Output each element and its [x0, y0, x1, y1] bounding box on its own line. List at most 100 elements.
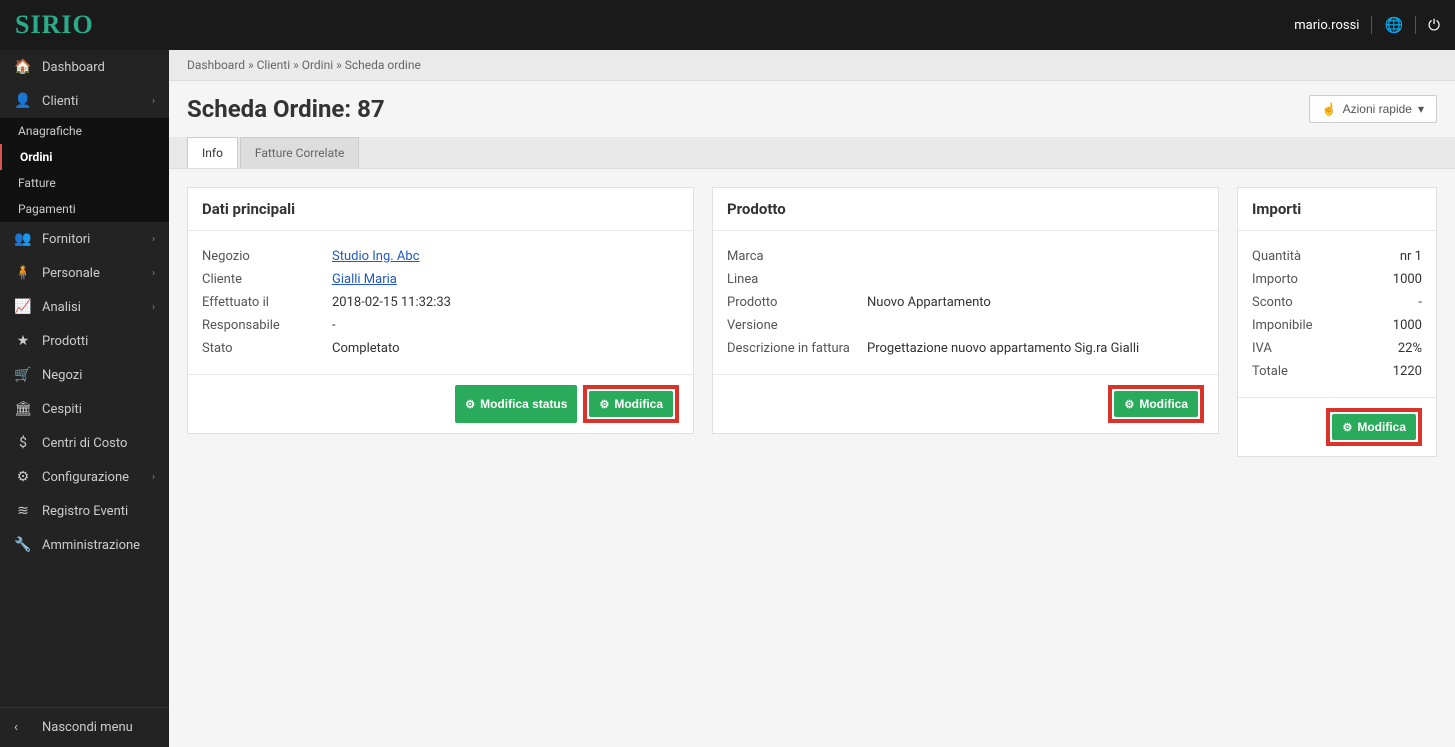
breadcrumb-current: Scheda ordine: [345, 58, 421, 72]
subnav-fatture[interactable]: Fatture: [0, 170, 169, 196]
card-importi: Importi Quantitànr 1 Importo1000 Sconto-…: [1237, 187, 1437, 457]
gear-icon: ⚙: [465, 398, 475, 411]
divider: [1415, 16, 1416, 34]
nav-fornitori[interactable]: 👥 Fornitori ›: [0, 222, 169, 256]
nav-dashboard[interactable]: 🏠 Dashboard: [0, 50, 169, 84]
chevron-left-icon: ‹: [14, 720, 32, 735]
cliente-link[interactable]: Gialli Maria: [332, 272, 397, 287]
nav-label: Negozi: [42, 368, 82, 383]
wrench-icon: 🔧: [14, 537, 32, 553]
nav-label: Amministrazione: [42, 538, 140, 553]
chevron-right-icon: ›: [152, 302, 155, 313]
field-value: Completato: [332, 341, 679, 356]
chevron-right-icon: ›: [152, 234, 155, 245]
field-value: 2018-02-15 11:32:33: [332, 295, 679, 310]
nav-negozi[interactable]: 🛒 Negozi: [0, 358, 169, 392]
button-label: Modifica: [1357, 420, 1406, 434]
field-label: IVA: [1252, 341, 1332, 356]
user-name[interactable]: mario.rossi: [1294, 18, 1359, 33]
hide-menu-button[interactable]: ‹ Nascondi menu: [0, 708, 169, 747]
breadcrumb-link[interactable]: Dashboard: [187, 58, 245, 72]
highlight-box: ⚙ Modifica: [1326, 408, 1422, 446]
modifica-button[interactable]: ⚙ Modifica: [1332, 414, 1416, 440]
chevron-right-icon: ›: [152, 96, 155, 107]
modifica-button[interactable]: ⚙ Modifica: [589, 391, 673, 417]
nav-centri[interactable]: $ Centri di Costo: [0, 426, 169, 460]
button-label: Modifica status: [480, 397, 567, 411]
nav-label: Configurazione: [42, 470, 129, 485]
field-value: 1000: [1332, 272, 1422, 287]
field-label: Importo: [1252, 272, 1332, 287]
divider: [1371, 16, 1372, 34]
button-label: Modifica: [1139, 397, 1188, 411]
highlight-box: ⚙ Modifica: [583, 385, 679, 423]
nav-label: Prodotti: [42, 334, 88, 349]
chart-icon: 📈: [14, 299, 32, 315]
button-label: Modifica: [614, 397, 663, 411]
field-value: 1000: [1332, 318, 1422, 333]
nav-label: Centri di Costo: [42, 436, 127, 451]
globe-icon[interactable]: 🌐: [1384, 16, 1403, 34]
subnav-ordini[interactable]: Ordini: [0, 144, 169, 170]
modifica-status-button[interactable]: ⚙ Modifica status: [455, 385, 577, 423]
field-value: -: [332, 318, 679, 333]
hand-icon: ☝: [1322, 102, 1337, 116]
power-icon[interactable]: ⏻: [1428, 16, 1440, 34]
negozio-link[interactable]: Studio Ing. Abc: [332, 249, 420, 264]
nav-admin[interactable]: 🔧 Amministrazione: [0, 528, 169, 562]
nav-config[interactable]: ⚙ Configurazione ›: [0, 460, 169, 494]
card-title: Dati principali: [188, 188, 693, 231]
field-value: Progettazione nuovo appartamento Sig.ra …: [867, 341, 1204, 356]
modifica-button[interactable]: ⚙ Modifica: [1114, 391, 1198, 417]
dollar-icon: $: [14, 435, 32, 451]
highlight-box: ⚙ Modifica: [1108, 385, 1204, 423]
chevron-right-icon: ›: [152, 472, 155, 483]
breadcrumb-link[interactable]: Ordini: [302, 58, 333, 72]
gear-icon: ⚙: [1124, 398, 1134, 411]
field-value: Nuovo Appartamento: [867, 295, 1204, 310]
field-label: Cliente: [202, 272, 332, 287]
brand-logo: SIRIO: [15, 10, 94, 40]
field-value: 1220: [1332, 364, 1422, 379]
card-title: Prodotto: [713, 188, 1218, 231]
field-value: [867, 318, 1204, 333]
field-value: [867, 272, 1204, 287]
gear-icon: ⚙: [1342, 421, 1352, 434]
field-label: Negozio: [202, 249, 332, 264]
quick-actions-button[interactable]: ☝ Azioni rapide ▾: [1309, 95, 1437, 123]
nav-registro[interactable]: ≋ Registro Eventi: [0, 494, 169, 528]
nav-personale[interactable]: 🧍 Personale ›: [0, 256, 169, 290]
nav-label: Analisi: [42, 300, 81, 315]
nav-label: Registro Eventi: [42, 504, 128, 519]
gear-icon: ⚙: [599, 398, 609, 411]
users-icon: 👥: [14, 231, 32, 247]
nav-analisi[interactable]: 📈 Analisi ›: [0, 290, 169, 324]
field-value: 22%: [1332, 341, 1422, 356]
gauge-icon: 🏠: [14, 59, 32, 75]
breadcrumb: Dashboard » Clienti » Ordini » Scheda or…: [169, 50, 1455, 81]
chevron-right-icon: ›: [152, 268, 155, 279]
card-prodotto: Prodotto Marca Linea ProdottoNuovo Appar…: [712, 187, 1219, 434]
field-label: Sconto: [1252, 295, 1332, 310]
building-icon: 🏛: [14, 401, 32, 417]
nav-label: Dashboard: [42, 60, 105, 75]
tab-fatture-correlate[interactable]: Fatture Correlate: [240, 137, 360, 168]
nav-cespiti[interactable]: 🏛 Cespiti: [0, 392, 169, 426]
nav-label: Personale: [42, 266, 100, 281]
nav-prodotti[interactable]: ★ Prodotti: [0, 324, 169, 358]
subnav-anagrafiche[interactable]: Anagrafiche: [0, 118, 169, 144]
tab-info[interactable]: Info: [187, 137, 238, 168]
field-label: Descrizione in fattura: [727, 341, 867, 356]
field-value: nr 1: [1332, 249, 1422, 264]
subnav-pagamenti[interactable]: Pagamenti: [0, 196, 169, 222]
cart-icon: 🛒: [14, 367, 32, 383]
breadcrumb-link[interactable]: Clienti: [257, 58, 290, 72]
card-title: Importi: [1238, 188, 1436, 231]
field-label: Linea: [727, 272, 867, 287]
field-label: Totale: [1252, 364, 1332, 379]
hide-menu-label: Nascondi menu: [42, 720, 133, 735]
field-value: -: [1332, 295, 1422, 310]
nav-clienti[interactable]: 👤 Clienti ›: [0, 84, 169, 118]
field-label: Effettuato il: [202, 295, 332, 310]
field-label: Imponibile: [1252, 318, 1332, 333]
